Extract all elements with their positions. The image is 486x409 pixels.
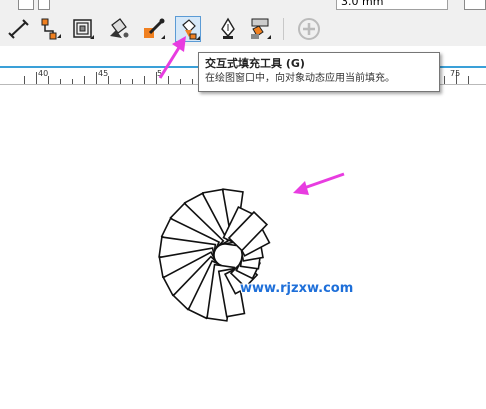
tooltip-description: 在绘图窗口中，向对象动态应用当前填充。 (205, 73, 395, 84)
radial-shape-group[interactable] (158, 188, 271, 322)
annotation-arrow-tool (158, 36, 186, 79)
annotation-arrow-shape (293, 172, 345, 195)
tooltip-title: 交互式填充工具 (G) (205, 57, 305, 70)
tool-tooltip: 交互式填充工具 (G) 在绘图窗口中，向对象动态应用当前填充。 (198, 52, 440, 92)
watermark: www.rjzxw.com (240, 281, 354, 296)
